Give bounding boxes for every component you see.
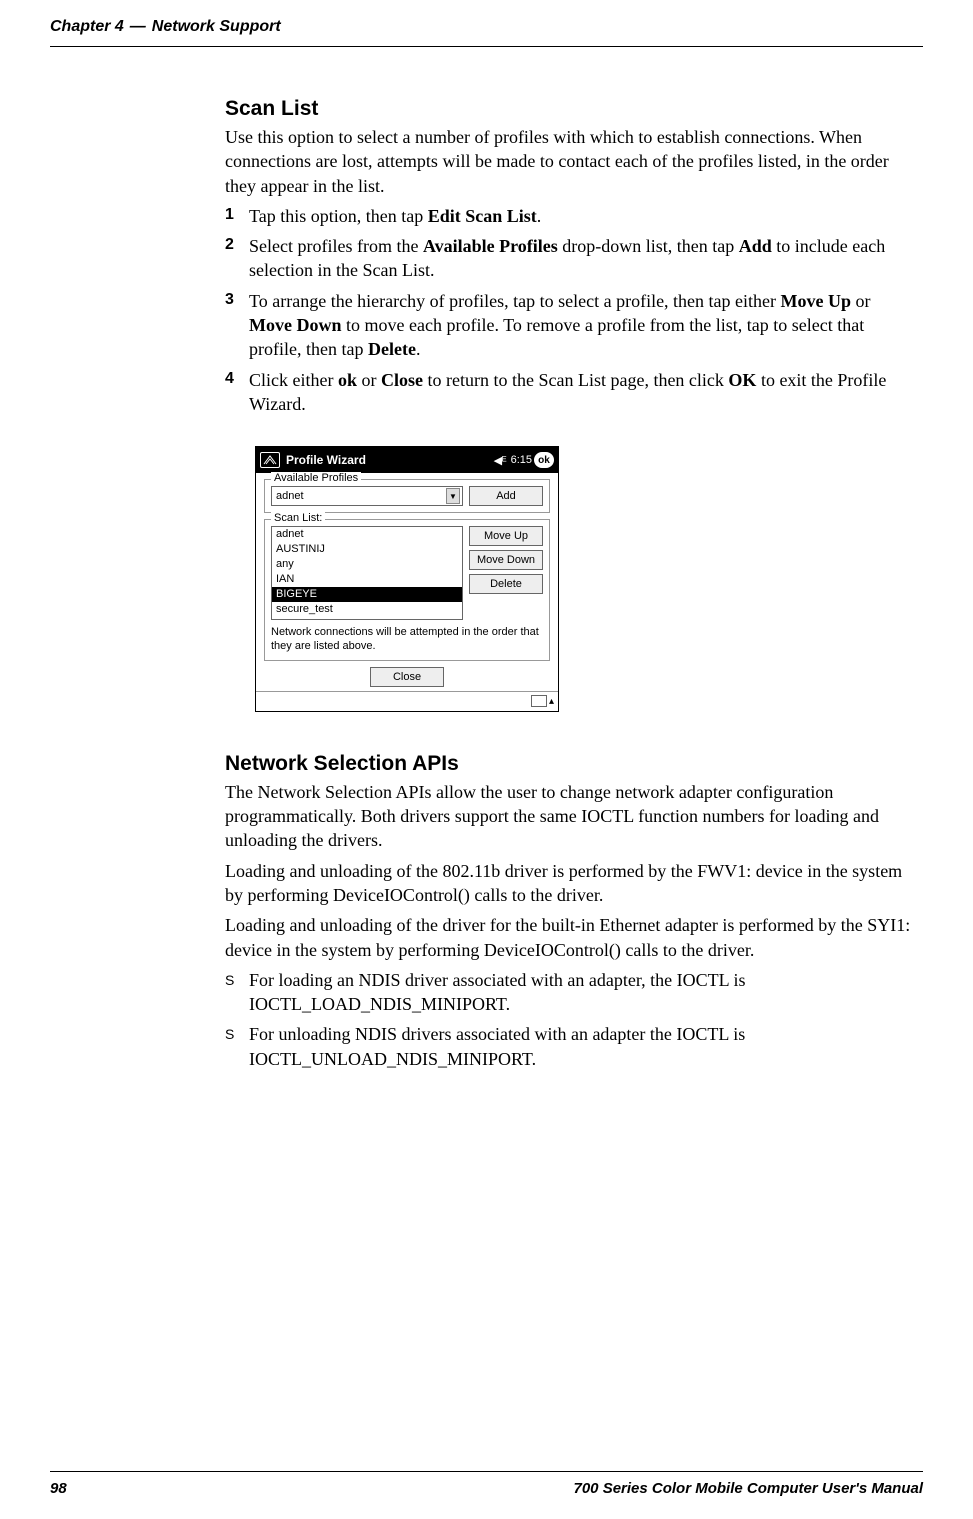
text: . <box>416 339 421 359</box>
button-column: Move Up Move Down Delete <box>469 526 543 620</box>
bold: Delete <box>368 339 416 359</box>
scan-list-listbox[interactable]: adnet AUSTINIJ any IAN BIGEYE secure_tes… <box>271 526 463 620</box>
scan-list-group: Scan List: adnet AUSTINIJ any IAN BIGEYE… <box>264 519 550 661</box>
list-item[interactable]: any <box>272 557 462 572</box>
step-1: 1 Tap this option, then tap Edit Scan Li… <box>225 204 913 228</box>
window-body: Available Profiles adnet ▼ Add Scan List… <box>256 473 558 691</box>
bold: Close <box>381 370 423 390</box>
paragraph: The Network Selection APIs allow the use… <box>225 780 913 853</box>
text: or <box>357 370 381 390</box>
running-header: Chapter 4 — Network Support <box>50 0 923 47</box>
list-item[interactable]: IAN <box>272 572 462 587</box>
ok-button[interactable]: ok <box>534 452 554 468</box>
caret-up-icon[interactable]: ▴ <box>549 696 554 707</box>
bullet-symbol: S <box>225 968 249 1017</box>
bullet-body: For loading an NDIS driver associated wi… <box>249 968 913 1017</box>
close-button[interactable]: Close <box>370 667 444 687</box>
title-bar: Profile Wizard ◀ᴱ 6:15 ok <box>256 447 558 473</box>
text: or <box>851 291 871 311</box>
bold: ok <box>338 370 357 390</box>
step-4: 4 Click either ok or Close to return to … <box>225 368 913 417</box>
text: drop-down list, then tap <box>558 236 739 256</box>
text: . <box>537 206 542 226</box>
bold: OK <box>728 370 756 390</box>
order-note: Network connections will be attempted in… <box>271 626 543 654</box>
delete-button[interactable]: Delete <box>469 574 543 594</box>
page-number: 98 <box>50 1480 67 1497</box>
move-down-button[interactable]: Move Down <box>469 550 543 570</box>
paragraph: Loading and unloading of the driver for … <box>225 913 913 962</box>
window-title: Profile Wizard <box>286 453 492 467</box>
step-body: Select profiles from the Available Profi… <box>249 234 913 283</box>
bold: Add <box>739 236 772 256</box>
chapter-label: Chapter 4 <box>50 18 124 36</box>
available-profiles-group: Available Profiles adnet ▼ Add <box>264 479 550 513</box>
em-dash: — <box>130 18 146 36</box>
group-legend: Scan List: <box>271 512 325 524</box>
running-footer: 98 700 Series Color Mobile Computer User… <box>50 1471 923 1497</box>
text: Click either <box>249 370 338 390</box>
bold: Edit Scan List <box>428 206 537 226</box>
list-item[interactable]: AUSTINIJ <box>272 542 462 557</box>
sip-bar: ▴ <box>256 691 558 711</box>
keyboard-icon[interactable] <box>531 695 547 707</box>
step-number: 4 <box>225 368 249 417</box>
chapter-title: Network Support <box>152 18 281 36</box>
text: To arrange the hierarchy of profiles, ta… <box>249 291 781 311</box>
step-body: Click either ok or Close to return to th… <box>249 368 913 417</box>
text: to move each profile. To remove a profil… <box>249 315 864 359</box>
text: Select profiles from the <box>249 236 423 256</box>
list-item-selected[interactable]: BIGEYE <box>272 587 462 602</box>
chevron-down-icon[interactable]: ▼ <box>446 488 460 504</box>
book-title: 700 Series Color Mobile Computer User's … <box>574 1480 924 1497</box>
section-title-scan-list: Scan List <box>225 97 913 121</box>
group-legend: Available Profiles <box>271 472 361 484</box>
bullet-unload: S For unloading NDIS drivers associated … <box>225 1022 913 1071</box>
bullet-body: For unloading NDIS drivers associated wi… <box>249 1022 913 1071</box>
text: Tap this option, then tap <box>249 206 428 226</box>
step-number: 1 <box>225 204 249 228</box>
scan-list-intro: Use this option to select a number of pr… <box>225 125 913 198</box>
step-2: 2 Select profiles from the Available Pro… <box>225 234 913 283</box>
text: to return to the Scan List page, then cl… <box>423 370 728 390</box>
profile-wizard-window: Profile Wizard ◀ᴱ 6:15 ok Available Prof… <box>255 446 559 712</box>
bold: Available Profiles <box>423 236 558 256</box>
clock[interactable]: 6:15 <box>511 454 532 466</box>
add-button[interactable]: Add <box>469 486 543 506</box>
bullet-symbol: S <box>225 1022 249 1071</box>
page-content: Scan List Use this option to select a nu… <box>225 47 913 1071</box>
bullet-load: S For loading an NDIS driver associated … <box>225 968 913 1017</box>
list-item[interactable]: secure_test <box>272 602 462 617</box>
speaker-icon[interactable]: ◀ᴱ <box>494 454 507 467</box>
paragraph: Loading and unloading of the 802.11b dri… <box>225 859 913 908</box>
combo-value: adnet <box>276 490 304 502</box>
embedded-screenshot: Profile Wizard ◀ᴱ 6:15 ok Available Prof… <box>255 446 913 712</box>
bold: Move Up <box>781 291 852 311</box>
available-profiles-combo[interactable]: adnet ▼ <box>271 486 463 506</box>
step-number: 3 <box>225 289 249 362</box>
step-number: 2 <box>225 234 249 283</box>
section-title-network-apis: Network Selection APIs <box>225 752 913 776</box>
step-body: To arrange the hierarchy of profiles, ta… <box>249 289 913 362</box>
list-item[interactable]: adnet <box>272 527 462 542</box>
step-body: Tap this option, then tap Edit Scan List… <box>249 204 913 228</box>
move-up-button[interactable]: Move Up <box>469 526 543 546</box>
bold: Move Down <box>249 315 342 335</box>
step-3: 3 To arrange the hierarchy of profiles, … <box>225 289 913 362</box>
app-icon[interactable] <box>260 452 280 468</box>
